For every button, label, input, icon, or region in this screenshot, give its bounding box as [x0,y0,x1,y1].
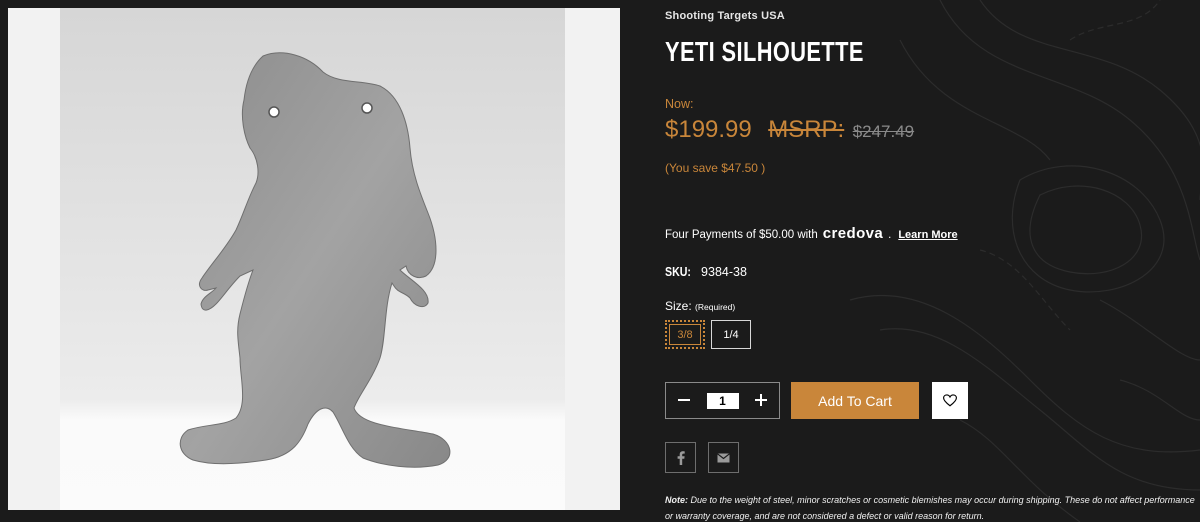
note-prefix: Note: [665,495,688,505]
product-title: YETI SILHOUETTE [665,36,864,67]
mounting-hole-right [361,102,373,114]
email-icon [717,452,730,462]
credova-logo: credova [822,225,884,242]
brand-name[interactable]: Shooting Targets USA [665,10,785,22]
size-label: Size: (Required) [665,299,735,313]
sku-value: 9384-38 [701,265,747,279]
learn-more-link[interactable]: Learn More [898,229,957,241]
size-required: (Required) [695,302,736,312]
mounting-hole-left [268,106,280,118]
sku-label: SKU: [665,265,691,279]
quantity-stepper [665,382,780,419]
size-options: 3/8 1/4 [665,320,751,349]
payment-plan: Four Payments of $50.00 with credova. Le… [665,225,958,242]
shipping-note: Note: Due to the weight of steel, minor … [665,492,1200,522]
price-row: $199.99 MSRP: $247.49 [665,116,914,144]
size-label-text: Size: [665,299,692,313]
msrp-label: MSRP: [768,116,845,143]
yeti-silhouette-image [179,52,451,468]
heart-icon [943,394,957,407]
facebook-icon [677,450,685,465]
share-email-button[interactable] [708,442,739,473]
wishlist-button[interactable] [932,382,968,419]
msrp-price: $247.49 [852,122,915,141]
sku: SKU: 9384-38 [665,265,747,279]
note-text: Due to the weight of steel, minor scratc… [665,495,1195,521]
quantity-input[interactable] [706,392,739,409]
plus-icon[interactable] [753,391,769,411]
size-option-1-4[interactable]: 1/4 [711,320,751,349]
current-price: $199.99 [665,116,752,143]
savings-text: (You save $47.50 ) [665,161,766,175]
minus-icon[interactable] [676,391,692,411]
product-image[interactable] [8,8,620,510]
add-to-cart-button[interactable]: Add To Cart [791,382,919,419]
payment-plan-text: Four Payments of $50.00 with [665,229,818,241]
share-facebook-button[interactable] [665,442,696,473]
now-label: Now: [665,97,694,111]
payment-plan-dot: . [888,229,892,241]
size-option-3-8[interactable]: 3/8 [665,320,705,349]
